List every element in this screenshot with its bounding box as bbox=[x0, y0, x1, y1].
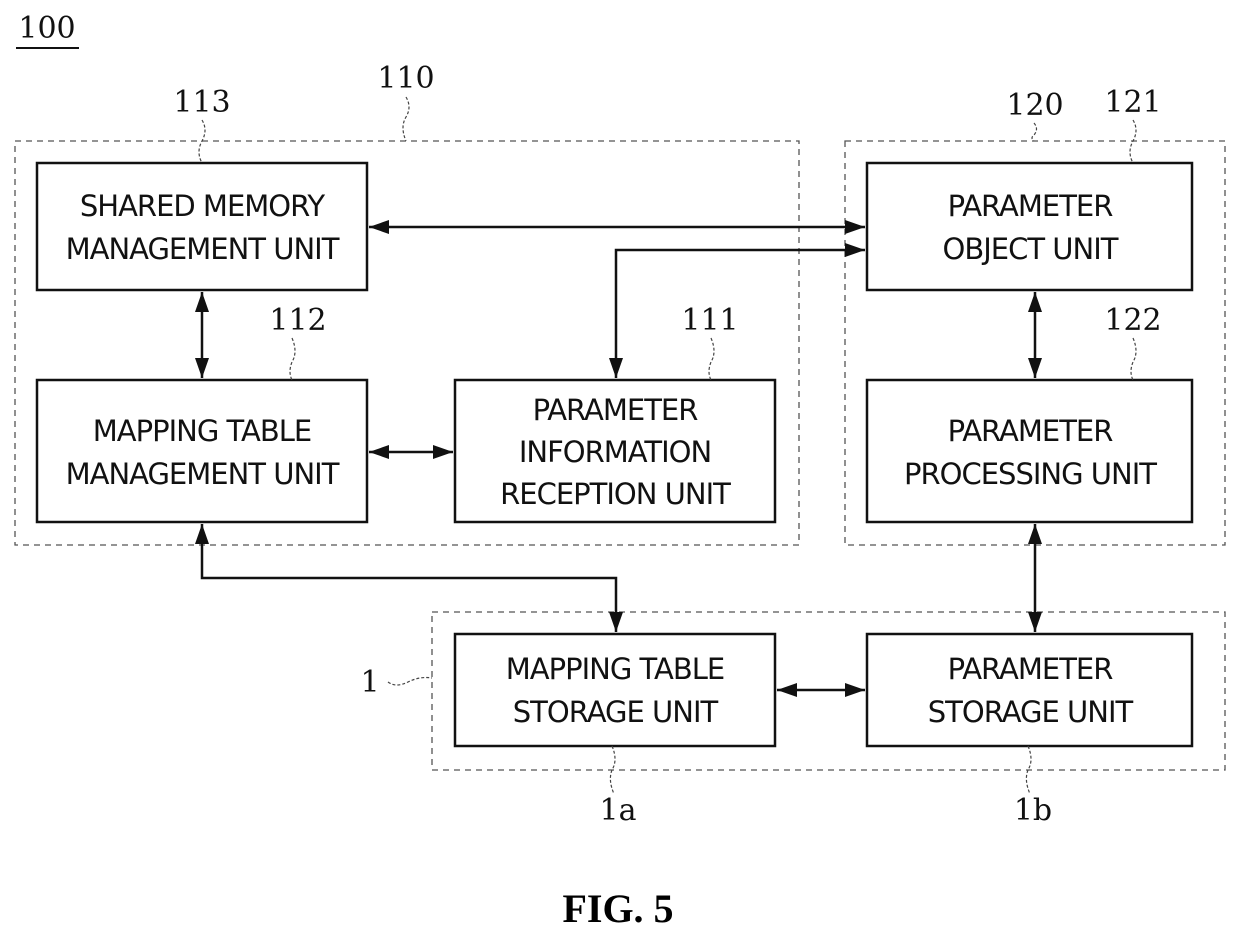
unit-121-label-line2: OBJECT UNIT bbox=[943, 232, 1119, 266]
unit-112-box bbox=[35, 378, 369, 524]
unit-113-label-line2: MANAGEMENT UNIT bbox=[66, 232, 340, 266]
unit-122-box bbox=[865, 378, 1194, 524]
unit-113-box bbox=[35, 161, 369, 292]
unit-122-label-line1: PARAMETER bbox=[948, 414, 1114, 448]
unit-1a-label-line1: MAPPING TABLE bbox=[506, 652, 724, 686]
unit-1b-label-line2: STORAGE UNIT bbox=[928, 695, 1134, 729]
unit-122-label-line2: PROCESSING UNIT bbox=[904, 457, 1157, 491]
unit-1b-box bbox=[865, 632, 1194, 748]
unit-111-label-line1: PARAMETER bbox=[533, 393, 699, 427]
unit-112-leader bbox=[289, 337, 296, 381]
arrow-112-1a bbox=[195, 524, 623, 632]
unit-1a-label-line2: STORAGE UNIT bbox=[513, 695, 719, 729]
unit-121-label-line1: PARAMETER bbox=[948, 189, 1114, 223]
unit-122-ref: 122 bbox=[1104, 303, 1161, 338]
group-110-ref: 110 bbox=[377, 61, 434, 96]
unit-1a-ref: 1a bbox=[600, 793, 637, 828]
unit-112-label-line1: MAPPING TABLE bbox=[93, 414, 311, 448]
unit-112-label-line2: MANAGEMENT UNIT bbox=[66, 457, 340, 491]
block-diagram: 100 110 120 1 SHARED MEMORY MANAGEMENT U… bbox=[14, 11, 1226, 931]
group-120-ref: 120 bbox=[1006, 88, 1063, 123]
unit-111-label-line2: INFORMATION bbox=[519, 435, 711, 469]
unit-121-ref: 121 bbox=[1104, 85, 1161, 120]
unit-113-label-line1: SHARED MEMORY bbox=[80, 189, 326, 223]
group-110-leader bbox=[402, 96, 410, 142]
unit-1b-label-line1: PARAMETER bbox=[948, 652, 1114, 686]
unit-112-ref: 112 bbox=[269, 303, 326, 338]
unit-111-label-line3: RECEPTION UNIT bbox=[500, 477, 731, 511]
group-120-leader bbox=[1031, 122, 1038, 142]
group-1-ref: 1 bbox=[360, 665, 379, 700]
unit-113-ref: 113 bbox=[173, 85, 230, 120]
figure-caption: FIG. 5 bbox=[562, 886, 673, 931]
arrow-111-121 bbox=[609, 243, 865, 378]
system-ref-label: 100 bbox=[18, 11, 75, 46]
unit-1a-box bbox=[453, 632, 777, 748]
unit-111-ref: 111 bbox=[681, 303, 738, 338]
unit-122-leader bbox=[1130, 337, 1137, 381]
unit-111-leader bbox=[708, 337, 715, 381]
unit-121-box bbox=[865, 161, 1194, 292]
unit-1b-ref: 1b bbox=[1014, 793, 1052, 828]
group-1-leader bbox=[387, 676, 433, 686]
